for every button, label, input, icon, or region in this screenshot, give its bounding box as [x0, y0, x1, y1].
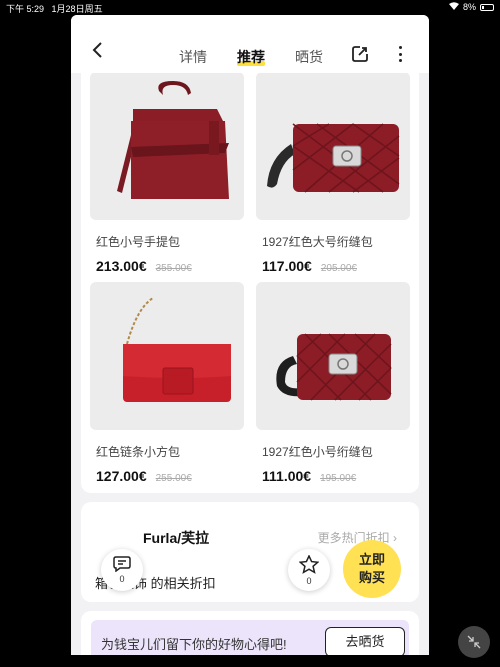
tab-details[interactable]: 详情 [179, 47, 207, 67]
collapse-arrows-icon [467, 635, 481, 649]
share-banner: 为钱宝儿们留下你的好物心得吧! 去晒货 [91, 620, 409, 655]
chevron-left-icon [92, 42, 102, 58]
product-image [90, 72, 244, 220]
app-window: 详情 推荐 晒货 红色小号手提包 213.00€ 355.00€ 1927红色大… [71, 15, 429, 655]
status-time: 下午 5:29 [6, 4, 45, 14]
brand-name[interactable]: Furla/芙拉 [143, 528, 209, 548]
product-name: 1927红色小号绗缝包 [262, 445, 373, 459]
product-price: 117.00€ [262, 258, 312, 274]
tab-bar: 详情 推荐 晒货 [179, 47, 323, 67]
product-image [256, 282, 410, 430]
favorite-button[interactable]: 0 [288, 549, 330, 591]
banner-text: 为钱宝儿们留下你的好物心得吧! [101, 637, 287, 652]
recommended-products-card: 红色小号手提包 213.00€ 355.00€ 1927红色大号绗缝包 117.… [81, 72, 419, 493]
product-original-price: 355.00€ [155, 263, 192, 274]
product-card[interactable]: 1927红色小号绗缝包 111.00€ 195.00€ [256, 282, 410, 484]
comment-icon [113, 556, 131, 572]
product-card[interactable]: 1927红色大号绗缝包 117.00€ 205.00€ [256, 72, 410, 274]
product-price: 111.00€ [262, 468, 312, 484]
product-original-price: 255.00€ [155, 473, 192, 484]
battery-icon [480, 3, 494, 11]
product-name: 红色链条小方包 [96, 445, 181, 459]
product-original-price: 195.00€ [320, 473, 357, 484]
product-card[interactable]: 红色链条小方包 127.00€ 255.00€ [90, 282, 244, 484]
product-name: 红色小号手提包 [96, 235, 181, 249]
product-original-price: 205.00€ [320, 263, 357, 274]
buy-now-button[interactable]: 立即 购买 [343, 540, 401, 598]
tab-recommend[interactable]: 推荐 [237, 47, 265, 67]
product-image [90, 282, 244, 430]
battery-percent: 8% [462, 2, 476, 12]
status-bar: 下午 5:29 1月28日周五 8% [0, 0, 500, 14]
status-date: 1月28日周五 [51, 4, 103, 14]
minimize-button[interactable] [458, 626, 490, 658]
share-icon [352, 46, 368, 62]
share-prompt-card: 为钱宝儿们留下你的好物心得吧! 去晒货 [81, 611, 419, 655]
product-image [256, 72, 410, 220]
comment-count: 0 [119, 574, 125, 584]
chevron-right-icon: › [393, 531, 397, 545]
star-icon [299, 554, 319, 574]
product-card[interactable]: 红色小号手提包 213.00€ 355.00€ [90, 72, 244, 274]
go-share-button[interactable]: 去晒货 [325, 627, 405, 655]
top-navigation-bar: 详情 推荐 晒货 [71, 15, 429, 73]
product-name: 1927红色大号绗缝包 [262, 235, 373, 249]
product-price: 213.00€ [96, 258, 147, 274]
favorite-count: 0 [306, 575, 312, 586]
wifi-icon [448, 2, 459, 12]
comment-button[interactable]: 0 [101, 549, 143, 591]
share-button[interactable] [351, 45, 369, 63]
more-options-button[interactable] [391, 45, 409, 63]
back-button[interactable] [91, 42, 105, 58]
tab-showcase[interactable]: 晒货 [295, 47, 323, 67]
product-price: 127.00€ [96, 468, 147, 484]
